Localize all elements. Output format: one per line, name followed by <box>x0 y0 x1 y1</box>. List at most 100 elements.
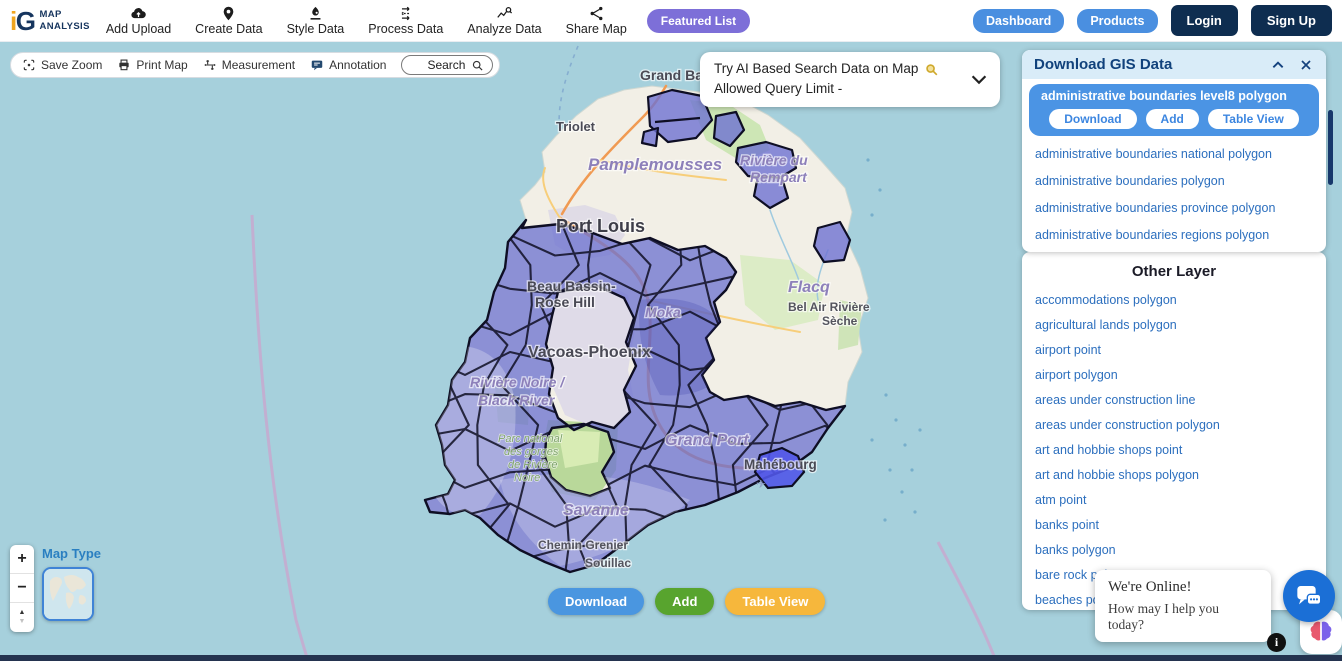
chat-button[interactable] <box>1283 570 1335 622</box>
other-layer-atm-point[interactable]: atm point <box>1022 487 1326 512</box>
map-label-vacoas-phoenix: Vacoas-Phoenix <box>528 344 651 361</box>
logo-wordmark: MAP ANALYSIS <box>39 9 89 32</box>
analyze-chart-icon <box>496 5 513 22</box>
login-button[interactable]: Login <box>1171 5 1238 36</box>
download-gis-panel: Download GIS Data administrative boundar… <box>1022 50 1326 252</box>
gis-panel-title: Download GIS Data <box>1034 56 1258 73</box>
ai-magnifier-icon <box>924 62 939 77</box>
chevron-down-icon[interactable] <box>968 68 990 90</box>
nav-item-style-data[interactable]: Style Data <box>287 5 345 37</box>
measurement-icon <box>203 58 217 72</box>
nav-item-label: Add Upload <box>106 22 171 37</box>
nav-item-add-upload[interactable]: Add Upload <box>106 5 171 37</box>
other-layer-art-and-hobbie-shops-polygon[interactable]: art and hobbie shops polygon <box>1022 462 1326 487</box>
nav-item-process-data[interactable]: Process Data <box>368 5 443 37</box>
map-label-pamplemousses: Pamplemousses <box>588 155 722 174</box>
ink-style-icon <box>307 5 324 22</box>
zoom-out-button[interactable]: − <box>10 574 34 603</box>
gis-layer-list: administrative boundaries national polyg… <box>1022 140 1326 252</box>
selected-layer-label: administrative boundaries level8 polygon <box>1041 89 1307 103</box>
map-label-de-rivi-re: de Rivière <box>508 459 558 471</box>
map-label-noire: Noire <box>514 472 540 484</box>
gis-layer-administrative-boundaries-province-polygon[interactable]: administrative boundaries province polyg… <box>1022 194 1326 221</box>
map-type-thumbnail[interactable] <box>42 567 94 621</box>
other-layer-airport-polygon[interactable]: airport polygon <box>1022 362 1326 387</box>
nav-item-label: Create Data <box>195 22 262 37</box>
nav-item-label: Style Data <box>287 22 345 37</box>
nav-item-label: Process Data <box>368 22 443 37</box>
toolbar-print-map[interactable]: Print Map <box>117 58 187 72</box>
dashboard-button[interactable]: Dashboard <box>973 9 1064 33</box>
selected-layer-table-view-button[interactable]: Table View <box>1208 109 1299 129</box>
process-arrows-icon <box>397 5 414 22</box>
map-label-black-river: Black River <box>478 392 556 408</box>
logo-line1: MAP <box>39 9 89 20</box>
save-zoom-icon <box>22 58 36 72</box>
other-layer-areas-under-construction-line[interactable]: areas under construction line <box>1022 387 1326 412</box>
map-label-s-che: Sèche <box>822 314 858 328</box>
nav-item-label: Analyze Data <box>467 22 541 37</box>
selected-layer-actions: Download Add Table View <box>1041 109 1307 129</box>
products-button[interactable]: Products <box>1077 9 1157 33</box>
selected-layer-add-button[interactable]: Add <box>1146 109 1199 129</box>
other-layer-areas-under-construction-polygon[interactable]: areas under construction polygon <box>1022 412 1326 437</box>
other-layer-art-and-hobbie-shops-point[interactable]: art and hobbie shops point <box>1022 437 1326 462</box>
map-label-bel-air-rivi-re: Bel Air Rivière <box>788 300 870 314</box>
map-label-mah-bourg: Mahébourg <box>744 457 817 472</box>
top-navbar: iG MAP ANALYSIS Add Upload Create Data Sty… <box>0 0 1342 42</box>
tilt-down-icon: ▼ <box>19 618 26 626</box>
toolbar-label: Print Map <box>136 58 187 72</box>
featured-list-button[interactable]: Featured List <box>647 9 750 33</box>
map-label-rose-hill: Rose Hill <box>535 294 595 310</box>
map-search-input[interactable]: Search <box>401 55 493 75</box>
gis-layer-administrative-boundaries-national-polygon[interactable]: administrative boundaries national polyg… <box>1022 140 1326 167</box>
sign-up-button[interactable]: Sign Up <box>1251 5 1332 36</box>
map-download-button[interactable]: Download <box>548 588 644 615</box>
map-label-flacq: Flacq <box>788 279 830 296</box>
other-layer-accommodations-polygon[interactable]: accommodations polygon <box>1022 287 1326 312</box>
airport-plane-icon: ✈ <box>756 477 766 491</box>
panel-scrollbar[interactable] <box>1328 110 1333 185</box>
other-layer-title: Other Layer <box>1022 263 1326 280</box>
bottom-bar <box>0 655 1342 661</box>
gis-layer-administrative-boundaries-regions-polygon[interactable]: administrative boundaries regions polygo… <box>1022 221 1326 248</box>
ai-search-line1: Try AI Based Search Data on Map <box>714 59 918 79</box>
other-layer-agricultural-lands-polygon[interactable]: agricultural lands polygon <box>1022 312 1326 337</box>
toolbar-label: Measurement <box>222 58 295 72</box>
close-icon[interactable] <box>1298 57 1314 73</box>
logo-line2: ANALYSIS <box>39 21 89 32</box>
app-logo[interactable]: iG MAP ANALYSIS <box>10 8 90 34</box>
print-icon <box>117 58 131 72</box>
other-layer-banks-polygon[interactable]: banks polygon <box>1022 537 1326 562</box>
toolbar-save-zoom[interactable]: Save Zoom <box>22 58 102 72</box>
toolbar-measurement[interactable]: Measurement <box>203 58 295 72</box>
nav-item-create-data[interactable]: Create Data <box>195 5 262 37</box>
tilt-control[interactable]: ▲ ▼ <box>10 603 34 632</box>
selected-layer-card[interactable]: administrative boundaries level8 polygon… <box>1029 84 1319 136</box>
map-type-label: Map Type <box>42 546 101 561</box>
chevron-up-icon[interactable] <box>1270 57 1286 73</box>
gis-layer-administrative-boundaries-polygon[interactable]: administrative boundaries polygon <box>1022 167 1326 194</box>
map-table-view-button[interactable]: Table View <box>725 588 825 615</box>
share-icon <box>588 5 605 22</box>
map-area: ✈ Grand BaieTrioletPamplemoussesRivière … <box>0 42 1342 661</box>
zoom-in-button[interactable]: + <box>10 545 34 574</box>
location-pin-icon <box>220 5 237 22</box>
nav-item-analyze-data[interactable]: Analyze Data <box>467 5 541 37</box>
ai-query-limit: Allowed Query Limit - <box>714 79 968 99</box>
map-label-des-gorges: des gorges <box>504 446 559 458</box>
tilt-up-icon: ▲ <box>19 609 26 617</box>
map-analysis-app: iG MAP ANALYSIS Add Upload Create Data Sty… <box>0 0 1342 661</box>
other-layer-airport-point[interactable]: airport point <box>1022 337 1326 362</box>
info-button[interactable]: i <box>1267 633 1286 652</box>
nav-item-share-map[interactable]: Share Map <box>566 5 627 37</box>
ai-search-box[interactable]: Try AI Based Search Data on Map Allowed … <box>700 52 1000 107</box>
nav-item-label: Share Map <box>566 22 627 37</box>
map-add-button[interactable]: Add <box>655 588 714 615</box>
map-action-buttons: Download Add Table View <box>548 588 825 615</box>
map-label-beau-bassin: Beau Bassin- <box>527 278 616 294</box>
other-layer-banks-point[interactable]: banks point <box>1022 512 1326 537</box>
selected-layer-download-button[interactable]: Download <box>1049 109 1136 129</box>
toolbar-annotation[interactable]: Annotation <box>310 58 386 72</box>
map-label-triolet: Triolet <box>556 119 596 134</box>
